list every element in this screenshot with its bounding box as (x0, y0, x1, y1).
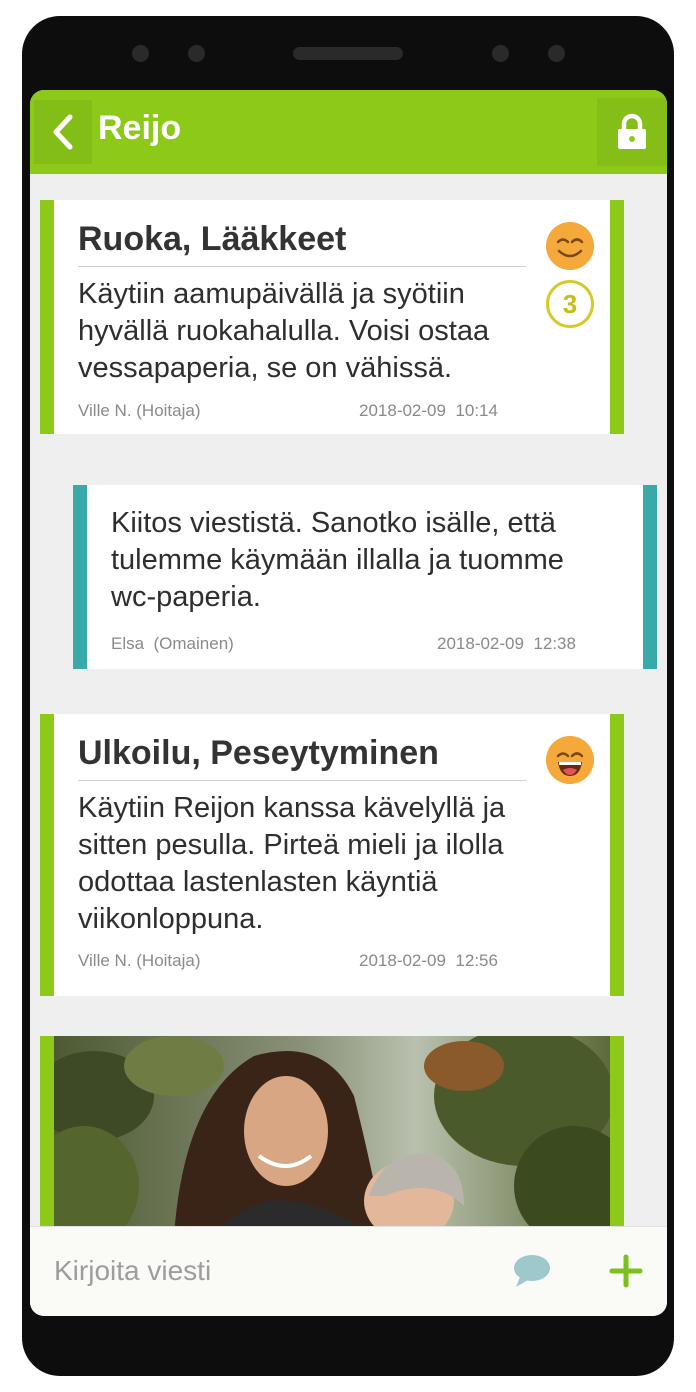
photo-image (54, 1036, 610, 1236)
app-bar: Reijo (30, 90, 667, 174)
sensor-dot (132, 45, 149, 62)
message-composer (30, 1226, 667, 1316)
message-input[interactable] (54, 1251, 494, 1291)
photo-card[interactable] (40, 1036, 624, 1236)
plus-icon (609, 1254, 643, 1288)
sensor-dot (548, 45, 565, 62)
message-text: Käytiin Reijon kanssa kävelyllä ja sitte… (78, 792, 506, 935)
chevron-left-icon (53, 114, 73, 150)
message-card[interactable]: Ruoka, Lääkkeet Käytiin aamupäivällä ja … (40, 200, 624, 434)
back-button[interactable] (34, 100, 92, 164)
message-timestamp: 2018-02-09 12:56 (359, 951, 498, 970)
reply-author: Elsa (Omainen) (111, 634, 234, 653)
message-text: Käytiin aamupäivällä ja syötiin hyvällä … (78, 278, 490, 384)
camera-dot (188, 45, 205, 62)
lock-icon (618, 113, 646, 149)
message-timestamp: 2018-02-09 10:14 (359, 401, 498, 420)
page-title: Reijo (98, 109, 182, 147)
message-author: Ville N. (Hoitaja) (78, 951, 201, 970)
app-screen: Reijo Ruoka, Lääkkeet Käytiin aamupäiväl… (30, 90, 667, 1316)
message-title: Ulkoilu, Peseytyminen (78, 734, 439, 772)
speech-bubble-icon (514, 1255, 550, 1287)
message-author: Ville N. (Hoitaja) (78, 401, 201, 420)
title-divider (78, 266, 526, 267)
lock-button[interactable] (597, 98, 667, 166)
reply-text: Kiitos viestistä. Sanotko isälle, että t… (111, 507, 564, 613)
reply-card[interactable]: Kiitos viestistä. Sanotko isälle, että t… (73, 485, 657, 669)
message-card[interactable]: Ulkoilu, Peseytyminen Käytiin Reijon kan… (40, 714, 624, 996)
laughing-face-icon (546, 736, 594, 784)
speaker-grille (293, 47, 403, 60)
phone-frame: Reijo Ruoka, Lääkkeet Käytiin aamupäiväl… (22, 16, 674, 1376)
count-badge: 3 (546, 280, 594, 328)
reply-timestamp: 2018-02-09 12:38 (437, 634, 576, 653)
smiling-face-icon (546, 222, 594, 270)
add-button[interactable] (604, 1249, 648, 1293)
message-title: Ruoka, Lääkkeet (78, 220, 347, 258)
title-divider (78, 780, 526, 781)
chat-button[interactable] (512, 1253, 552, 1289)
sensor-dot (492, 45, 509, 62)
